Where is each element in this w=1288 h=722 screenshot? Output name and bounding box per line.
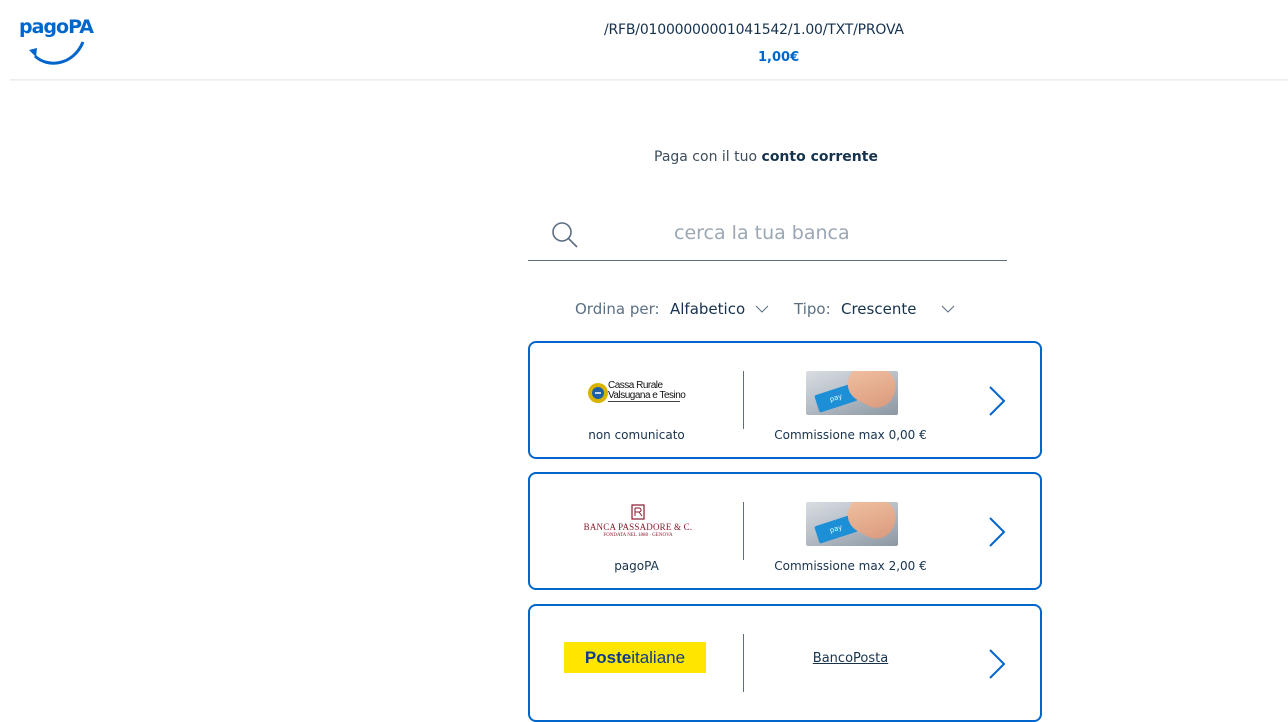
sort-type-label: Tipo: [794,300,831,318]
bancoposta-label: BancoPosta [812,651,889,666]
header-divider [10,79,1288,81]
pay-button-image: pay [806,371,898,415]
logo-arrow-icon [29,41,85,65]
payment-amount: 1,00€ [758,50,800,65]
bank-circuit: non comunicato [588,428,685,442]
cassa-rurale-emblem-icon [588,383,608,403]
chevron-down-icon[interactable] [941,304,955,314]
finger-icon [841,502,898,545]
bank-name: Cassa Rurale Valsugana e Tesino [608,380,686,401]
search-icon[interactable] [551,221,579,249]
passadore-crest-icon [631,504,645,520]
sort-order-select[interactable]: Alfabetico [670,300,745,318]
logo-rest: italiane [631,648,686,667]
subtitle-prefix: Paga con il tuo [654,149,758,165]
bank-card[interactable]: BANCA PASSADORE & C. FONDATA NEL 1888 · … [528,472,1042,590]
bank-search [528,210,1007,261]
finger-icon [841,371,898,414]
search-input[interactable] [674,218,994,248]
chevron-down-icon[interactable] [755,304,769,314]
card-divider [743,371,744,429]
logo-bold: Poste [584,648,632,667]
pagopa-logo[interactable]: pagoPA [19,8,94,65]
payment-reference: /RFB/01000000001041542/1.00/TXT/PROVA [604,22,904,38]
bank-circuit: pagoPA [614,559,659,573]
bank-logo: Posteitaliane [564,642,706,673]
card-divider [743,502,744,560]
bank-card[interactable]: Posteitaliane BancoPosta [528,604,1042,722]
chevron-right-icon[interactable] [988,385,1006,417]
commission: Commissione max 2,00 € [774,559,927,573]
sort-type-select[interactable]: Crescente [841,300,916,318]
bank-card[interactable]: Cassa Rurale Valsugana e Tesino non comu… [528,341,1042,459]
sort-order-label: Ordina per: [575,300,660,318]
logo-rule [608,401,680,402]
subtitle-bold: conto corrente [761,149,878,165]
bank-name: BANCA PASSADORE & C. [583,522,693,532]
chevron-right-icon[interactable] [988,648,1006,680]
chevron-right-icon[interactable] [988,516,1006,548]
bank-tagline: FONDATA NEL 1888 · GENOVA [603,533,673,538]
pay-button-image: pay [806,502,898,546]
header: pagoPA /RFB/01000000001041542/1.00/TXT/P… [0,0,1288,80]
commission: Commissione max 0,00 € [774,428,927,442]
bank-logo: BANCA PASSADORE & C. FONDATA NEL 1888 · … [568,504,708,544]
bank-logo: Cassa Rurale Valsugana e Tesino [586,381,686,409]
